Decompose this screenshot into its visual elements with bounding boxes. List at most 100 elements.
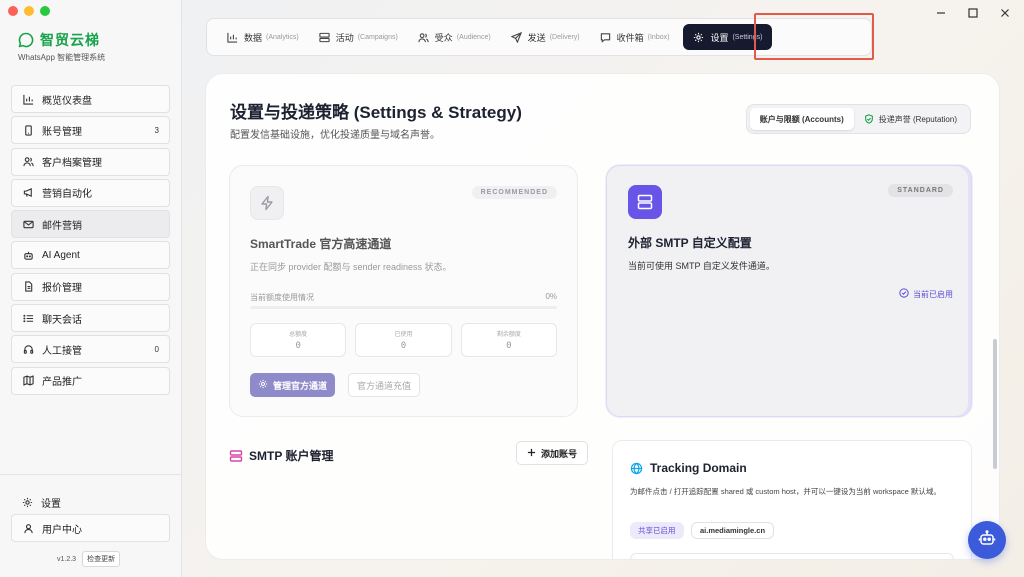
- check-update-button[interactable]: 检查更新: [82, 551, 121, 567]
- sidebar-item-dashboard[interactable]: 概览仪表盘: [11, 85, 170, 113]
- tab-label: 发送: [527, 32, 546, 43]
- user-icon: [22, 522, 34, 534]
- sidebar-item-label: 产品推广: [42, 377, 82, 389]
- stat-total: 总额度 0: [250, 323, 347, 357]
- settings-panel: 设置与投递策略 (Settings & Strategy) 配置发信基础设施，优…: [205, 73, 1000, 560]
- globe-icon: [630, 462, 643, 475]
- send-icon: [510, 31, 522, 43]
- tab-en-label: (Delivery): [549, 33, 580, 41]
- settings-segment: 账户与限额 (Accounts) 投递声誉 (Reputation): [745, 104, 971, 134]
- segment-accounts[interactable]: 账户与限额 (Accounts): [749, 108, 854, 130]
- sidebar-item-handoff[interactable]: 人工接管 0: [11, 335, 170, 364]
- message-icon: [600, 32, 611, 43]
- ai-assistant-button[interactable]: [968, 521, 1006, 559]
- tracking-domain-input[interactable]: [630, 553, 954, 559]
- add-account-label: 添加账号: [541, 448, 578, 459]
- add-account-button[interactable]: 添加账号: [516, 441, 589, 465]
- tab-campaigns[interactable]: 活动 (Campaigns): [309, 24, 408, 50]
- bar-chart-icon: [227, 32, 238, 43]
- bot-icon: [22, 249, 34, 261]
- sidebar-item-chats[interactable]: 聊天会话: [11, 304, 170, 333]
- file-icon: [22, 281, 34, 293]
- sidebar-item-label: 账号管理: [42, 126, 82, 138]
- smtp-enabled-status: 当前已启用: [899, 288, 953, 300]
- tab-label: 设置: [710, 32, 729, 43]
- maximize-icon[interactable]: [968, 8, 978, 21]
- manage-button-label: 管理官方通道: [273, 380, 328, 391]
- sidebar-item-label: 邮件营销: [42, 220, 82, 232]
- shared-enabled-chip: 共享已启用: [630, 522, 684, 539]
- phone-icon: [22, 124, 34, 136]
- official-card-title: SmartTrade 官方高速通道: [250, 237, 392, 251]
- users-icon: [418, 32, 429, 43]
- selection-highlight: [754, 13, 874, 60]
- minimize-window-button[interactable]: [24, 6, 34, 16]
- bot-icon: [978, 529, 996, 552]
- tab-label: 活动: [335, 32, 354, 43]
- layout-icon: [319, 32, 330, 43]
- quota-label: 当前额度使用情况: [250, 293, 314, 302]
- sidebar-nav: 概览仪表盘 账号管理 3 客户档案管理 营销自动化 邮件营销 AI Agent: [11, 85, 170, 398]
- check-circle-icon: [899, 288, 909, 300]
- tracking-domain-card: Tracking Domain 为邮件点击 / 打开追踪配置 shared 或 …: [612, 440, 972, 559]
- manage-official-channel-button[interactable]: 管理官方通道: [250, 373, 336, 397]
- tracking-domain-chip[interactable]: ai.mediamingle.cn: [691, 522, 775, 539]
- stat-value: 0: [400, 341, 407, 351]
- version-label: v1.2.3: [57, 555, 77, 563]
- headset-icon: [22, 343, 34, 355]
- standard-badge: STANDARD: [888, 184, 953, 197]
- recommended-badge: RECOMMENDED: [471, 186, 557, 199]
- list-icon: [22, 312, 34, 324]
- sidebar-item-promotion[interactable]: 产品推广: [11, 366, 170, 395]
- close-window-button[interactable]: [8, 6, 18, 16]
- brand: 智贸云梯: [18, 30, 100, 50]
- tab-label: 受众: [434, 32, 453, 43]
- server-icon: [628, 185, 662, 219]
- sidebar-item-settings[interactable]: 设置: [11, 488, 170, 516]
- sidebar-item-accounts[interactable]: 账号管理 3: [11, 116, 170, 145]
- sidebar-item-label: AI Agent: [42, 249, 80, 261]
- sidebar-item-customers[interactable]: 客户档案管理: [11, 147, 170, 176]
- stat-value: 0: [295, 341, 301, 351]
- sidebar-item-label: 营销自动化: [42, 189, 92, 201]
- topup-official-channel-button[interactable]: 官方通道充值: [348, 373, 421, 397]
- tab-en-label: (Analytics): [266, 33, 299, 41]
- scrollbar[interactable]: [993, 339, 997, 469]
- official-channel-card[interactable]: RECOMMENDED SmartTrade 官方高速通道 正在同步 provi…: [229, 165, 578, 417]
- page-title: 设置与投递策略 (Settings & Strategy): [230, 103, 522, 122]
- window-traffic-lights: [8, 6, 50, 16]
- mail-icon: [22, 218, 34, 230]
- sidebar-item-automation[interactable]: 营销自动化: [11, 178, 170, 207]
- sidebar-item-ai-agent[interactable]: AI Agent: [11, 241, 170, 270]
- segment-reputation[interactable]: 投递声誉 (Reputation): [854, 108, 967, 130]
- stat-used: 已使用 0: [355, 323, 452, 357]
- smtp-enabled-label: 当前已启用: [913, 289, 953, 299]
- stat-value: 0: [506, 341, 512, 351]
- zoom-window-button[interactable]: [40, 6, 50, 16]
- smtp-accounts-heading: SMTP 账户管理: [229, 447, 333, 464]
- version-row: v1.2.3 检查更新: [57, 551, 121, 567]
- sidebar-item-user-center[interactable]: 用户中心: [11, 514, 170, 542]
- page-subtitle: 配置发信基础设施，优化投递质量与域名声誉。: [230, 130, 440, 141]
- sidebar-item-badge: 0: [154, 344, 159, 354]
- megaphone-icon: [22, 187, 34, 199]
- plus-icon: [527, 448, 536, 459]
- app-subtitle: WhatsApp 智能管理系统: [18, 53, 106, 62]
- tab-delivery[interactable]: 发送 (Delivery): [501, 24, 590, 50]
- stat-label: 总额度: [289, 332, 308, 338]
- sidebar-item-label: 客户档案管理: [42, 158, 102, 170]
- sidebar-item-label: 用户中心: [42, 524, 82, 536]
- smtp-card-desc: 当前可使用 SMTP 自定义发件通道。: [628, 261, 775, 271]
- tab-inbox[interactable]: 收件箱 (Inbox): [590, 24, 680, 50]
- tab-en-label: (Inbox): [647, 33, 670, 41]
- quota-percent: 0%: [545, 292, 557, 301]
- tab-analytics[interactable]: 数据 (Analytics): [217, 24, 309, 50]
- sidebar-item-quotes[interactable]: 报价管理: [11, 272, 170, 301]
- close-icon[interactable]: [1000, 8, 1010, 21]
- tab-audience[interactable]: 受众 (Audience): [408, 24, 501, 50]
- sidebar-item-label: 聊天会话: [42, 314, 82, 326]
- minimize-icon[interactable]: [936, 8, 946, 21]
- sidebar-item-email-marketing[interactable]: 邮件营销: [11, 210, 170, 239]
- smtp-channel-card[interactable]: STANDARD 外部 SMTP 自定义配置 当前可使用 SMTP 自定义发件通…: [606, 165, 972, 417]
- quota-progress-bar: [250, 306, 557, 309]
